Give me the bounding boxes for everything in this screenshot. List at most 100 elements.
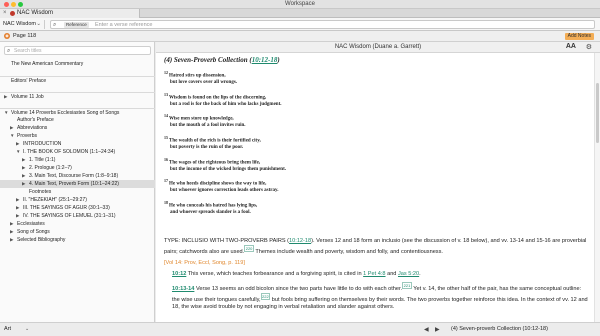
- disclosure-open-icon[interactable]: ▼: [10, 132, 14, 140]
- forward-icon[interactable]: ▶: [435, 326, 440, 333]
- toc-item-label: Ecclesiastes: [17, 221, 45, 227]
- verse-line: but the income of the wicked brings them…: [170, 166, 286, 172]
- reader-pane: NAC Wisdom (Duane a. Garrett) AA ⚙ (4) S…: [156, 42, 600, 322]
- reference-type-chip[interactable]: Reference: [64, 22, 89, 28]
- window-title: Workspace: [285, 1, 315, 7]
- type-reference-link[interactable]: 10:12-18: [289, 238, 311, 244]
- disclosure-closed-icon[interactable]: ▶: [16, 212, 19, 220]
- verse-line: but whoever ignores correction leads oth…: [170, 188, 279, 194]
- toc-item-label: Selected Bibliography: [17, 237, 66, 243]
- scrollbar[interactable]: [594, 53, 600, 322]
- toc-item[interactable]: Editors' Preface: [0, 76, 155, 84]
- disclosure-closed-icon[interactable]: ▶: [22, 156, 25, 164]
- toc-item: [0, 84, 155, 92]
- verse-line: He who heeds discipline shows the way to…: [169, 181, 267, 187]
- page-milestone: [Vol 14: Prov, Eccl, Song, p. 119]: [164, 259, 245, 266]
- verse-reference-link[interactable]: 10:12: [172, 271, 186, 277]
- footnote-marker[interactable]: 222: [260, 292, 271, 300]
- verse-line: but the mouth of a fool invites ruin.: [170, 123, 246, 129]
- disclosure-open-icon[interactable]: ▼: [16, 148, 20, 156]
- disclosure-closed-icon[interactable]: ▶: [10, 236, 13, 244]
- close-icon[interactable]: ×: [3, 10, 7, 16]
- type-text-a: TYPE: INCLUSIO WITH TWO-PROVERB PAIRS (: [164, 238, 290, 244]
- disclosure-closed-icon[interactable]: ▶: [4, 93, 7, 100]
- footnote-marker[interactable]: 221: [402, 281, 412, 289]
- heading-close: ): [277, 56, 280, 64]
- disclosure-closed-icon[interactable]: ▶: [10, 124, 13, 132]
- toc-item[interactable]: ▶ 1. Title (1:1): [0, 156, 155, 164]
- toc-item[interactable]: Author's Preface: [0, 116, 155, 124]
- toc-item[interactable]: ▶ II. "HEZEKIAH" (25:1–29:27): [0, 196, 155, 204]
- verse-number: 13: [164, 91, 168, 97]
- toc-search-input[interactable]: ⌕ Search titles: [4, 46, 151, 55]
- toc-item[interactable]: ▼ I. THE BOOK OF SOLOMON (1:1–24:34): [0, 148, 155, 156]
- heading-reference-link[interactable]: 10:12-18: [252, 56, 278, 64]
- disclosure-closed-icon[interactable]: ▶: [16, 196, 19, 204]
- toc-item-label: 1. Title (1:1): [29, 157, 56, 163]
- toc-item[interactable]: ▶ Ecclesiastes: [0, 220, 155, 228]
- disclosure-closed-icon[interactable]: ▶: [22, 172, 25, 180]
- toc-item[interactable]: ▶ INTRODUCTION: [0, 140, 155, 148]
- scripture-link-jas[interactable]: Jas 5:20: [398, 271, 419, 277]
- toc-item[interactable]: ▶ 3. Main Text, Discourse Form (1:8–9:18): [0, 172, 155, 180]
- scripture-link-1pet[interactable]: 1 Pet 4:8: [363, 271, 385, 277]
- disclosure-closed-icon[interactable]: ▶: [22, 180, 25, 188]
- toc-item[interactable]: ▶ 4. Main Text, Proverb Form (10:1–24:22): [0, 180, 155, 188]
- toc-item[interactable]: Footnotes: [0, 188, 155, 196]
- resource-selector[interactable]: NAC Wisdom ⌄: [3, 20, 43, 29]
- art-menu-button[interactable]: Art: [4, 326, 11, 332]
- toc-item-label: Song of Songs: [17, 229, 50, 235]
- status-bar: Art ⌄ ◀ ▶ (4) Seven-proverb Collection (…: [0, 322, 600, 336]
- resource-title: NAC Wisdom (Duane a. Garrett): [334, 44, 422, 50]
- toc-item[interactable]: ▶ Abbreviations: [0, 124, 155, 132]
- verse-list: 12Hatred stirs up dissension, but love co…: [164, 70, 589, 217]
- document-body: (4) Seven-Proverb Collection (10:12-18) …: [164, 56, 589, 222]
- footnote-marker[interactable]: 220: [244, 245, 254, 252]
- toc-item-label: II. "HEZEKIAH" (25:1–29:27): [23, 197, 87, 203]
- verse-block: 17He who heeds discipline shows the way …: [164, 178, 589, 195]
- tab-nac-wisdom[interactable]: × NAC Wisdom: [0, 9, 140, 18]
- page-indicator: Page 118: [13, 33, 37, 39]
- gear-icon[interactable]: ⚙: [586, 43, 592, 51]
- toc-item[interactable]: ▶ Volume 11 Job: [0, 92, 155, 100]
- verse-line: He who conceals his hatred has lying lip…: [169, 203, 258, 209]
- toc-item[interactable]: ▶ Song of Songs: [0, 228, 155, 236]
- disclosure-closed-icon[interactable]: ▶: [16, 140, 19, 148]
- toc-item[interactable]: ▼ Proverbs: [0, 132, 155, 140]
- toc-list: The New American Commentary Editors' Pref…: [0, 60, 155, 244]
- page-strip: ◉ Page 118 Add Notes: [0, 31, 600, 42]
- text-size-button[interactable]: AA: [566, 43, 576, 50]
- paragraph-text: .: [419, 270, 421, 277]
- toc-item-label: 3. Main Text, Discourse Form (1:8–9:18): [29, 173, 119, 179]
- toc-item[interactable]: ▶ 2. Prologue (1:2–7): [0, 164, 155, 172]
- toc-item[interactable]: ▶ III. THE SAYINGS OF AGUR (30:1–33): [0, 204, 155, 212]
- back-icon[interactable]: ◀: [424, 326, 429, 333]
- verse-reference-link[interactable]: 10:13-14: [172, 286, 194, 292]
- add-notes-button[interactable]: Add Notes: [564, 33, 594, 40]
- toc-item[interactable]: The New American Commentary: [0, 60, 155, 68]
- disclosure-open-icon[interactable]: ▼: [4, 109, 8, 116]
- toc-item[interactable]: ▼ Volume 14 Proverbs Ecclesiastes Song of…: [0, 108, 155, 116]
- toc-item[interactable]: ▶ Selected Bibliography: [0, 236, 155, 244]
- title-bar: Workspace: [0, 0, 600, 9]
- toc-item-label: Proverbs: [17, 133, 38, 139]
- paragraph-text: This verse, which teaches forbearance an…: [186, 270, 364, 277]
- disclosure-closed-icon[interactable]: ▶: [10, 228, 13, 236]
- toolbar: NAC Wisdom ⌄ ⌕ Reference Enter a verse r…: [0, 18, 600, 31]
- verse-reference-input[interactable]: ⌕ Reference Enter a verse reference: [50, 20, 595, 29]
- toc-item[interactable]: ▶ IV. THE SAYINGS OF LEMUEL (31:1–31): [0, 212, 155, 220]
- toc-item-label: III. THE SAYINGS OF AGUR (30:1–33): [23, 205, 110, 211]
- toc-item: [0, 68, 155, 76]
- scrollbar-thumb[interactable]: [596, 83, 599, 143]
- disclosure-closed-icon[interactable]: ▶: [10, 220, 13, 228]
- disclosure-closed-icon[interactable]: ▶: [16, 204, 19, 212]
- commentary-paragraph-10-13: 10:13-14 Verse 13 seems an odd bicolon s…: [164, 281, 589, 311]
- verse-line: but poverty is the ruin of the poor.: [170, 145, 244, 151]
- disclosure-closed-icon[interactable]: ▶: [22, 164, 25, 172]
- type-text-c: Themes include wealth and poverty, wisdo…: [253, 248, 443, 255]
- section-heading: (4) Seven-Proverb Collection (10:12-18): [164, 56, 589, 64]
- current-location: (4) Seven-proverb Collection (10:12-18): [451, 326, 548, 332]
- chevron-down-icon[interactable]: ⌄: [25, 326, 29, 332]
- verse-line: but a rod is for the back of him who lac…: [170, 101, 282, 107]
- toc-item-label: Editors' Preface: [11, 78, 47, 84]
